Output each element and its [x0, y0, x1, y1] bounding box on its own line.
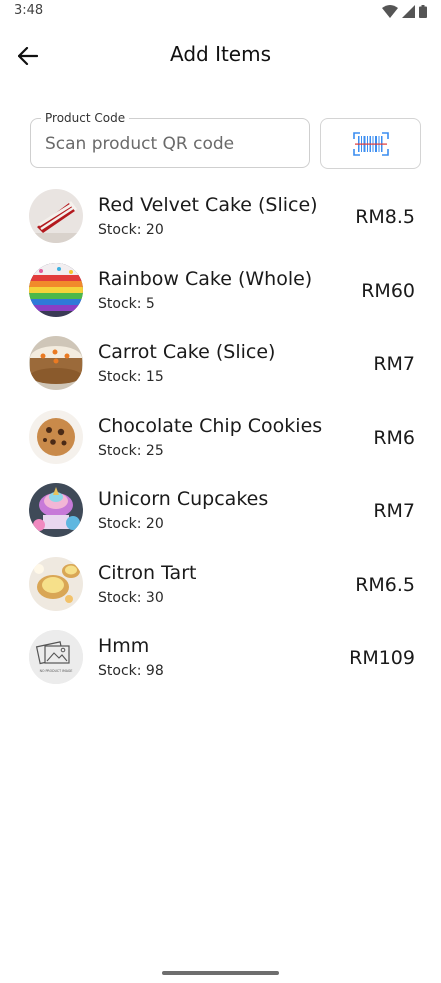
product-price: RM8.5 — [355, 206, 415, 228]
product-stock: Stock: 25 — [98, 442, 164, 459]
app-bar: Add Items — [0, 30, 441, 80]
carrot-cake-image — [29, 336, 83, 390]
home-indicator[interactable] — [162, 971, 279, 975]
product-item[interactable]: Rainbow Cake (Whole) Stock: 5 RM60 — [0, 254, 441, 328]
product-list: Red Velvet Cake (Slice) Stock: 20 RM8.5 … — [0, 180, 441, 695]
wifi-icon — [382, 5, 398, 18]
product-name: Rainbow Cake (Whole) — [98, 267, 313, 290]
cupcakes-image — [29, 483, 83, 537]
product-price: RM7 — [373, 500, 415, 522]
product-price: RM6.5 — [355, 573, 415, 596]
barcode-scan-icon — [352, 131, 389, 156]
signal-icon — [402, 5, 415, 18]
red-velvet-cake-image — [29, 189, 83, 243]
product-name: Red Velvet Cake (Slice) — [98, 194, 318, 216]
product-item[interactable]: Citron Tart Stock: 30 RM6.5 — [0, 548, 441, 622]
battery-icon — [419, 5, 427, 18]
cookies-image — [29, 409, 83, 464]
rainbow-cake-image — [29, 262, 83, 317]
page-title: Add Items — [169, 42, 272, 66]
product-name: Carrot Cake (Slice) — [98, 341, 276, 363]
product-item[interactable]: NO PRODUCT IMAGE Hmm Stock: 98 RM109 — [0, 621, 441, 695]
product-price: RM109 — [349, 647, 415, 669]
tart-image — [29, 556, 83, 611]
product-name: Citron Tart — [98, 561, 197, 584]
no-product-image-placeholder: NO PRODUCT IMAGE — [29, 630, 83, 684]
product-code-field[interactable]: Product Code — [30, 111, 310, 168]
product-code-label: Product Code — [41, 111, 130, 125]
status-icons — [382, 5, 427, 18]
product-code-row: Product Code — [30, 110, 422, 170]
status-bar: 3:48 — [0, 0, 441, 24]
product-stock: Stock: 20 — [98, 516, 164, 532]
product-price: RM7 — [373, 353, 415, 375]
product-item[interactable]: Carrot Cake (Slice) Stock: 15 RM7 — [0, 327, 441, 401]
status-time: 3:48 — [14, 3, 44, 18]
product-stock: Stock: 30 — [98, 589, 164, 606]
product-price: RM6 — [373, 426, 415, 449]
product-price: RM60 — [361, 279, 415, 302]
product-stock: Stock: 98 — [98, 663, 164, 679]
product-item[interactable]: Unicorn Cupcakes Stock: 20 RM7 — [0, 474, 441, 548]
product-code-input[interactable] — [45, 134, 295, 154]
product-stock: Stock: 15 — [98, 369, 164, 385]
no-image-caption: NO PRODUCT IMAGE — [40, 669, 73, 673]
product-item[interactable]: Chocolate Chip Cookies Stock: 25 RM6 — [0, 401, 441, 475]
scan-barcode-button[interactable] — [320, 118, 421, 169]
product-item[interactable]: Red Velvet Cake (Slice) Stock: 20 RM8.5 — [0, 180, 441, 254]
product-name: Unicorn Cupcakes — [98, 488, 269, 510]
product-stock: Stock: 5 — [98, 295, 155, 312]
product-stock: Stock: 20 — [98, 222, 164, 238]
product-name: Hmm — [98, 635, 150, 657]
product-name: Chocolate Chip Cookies — [98, 414, 323, 437]
